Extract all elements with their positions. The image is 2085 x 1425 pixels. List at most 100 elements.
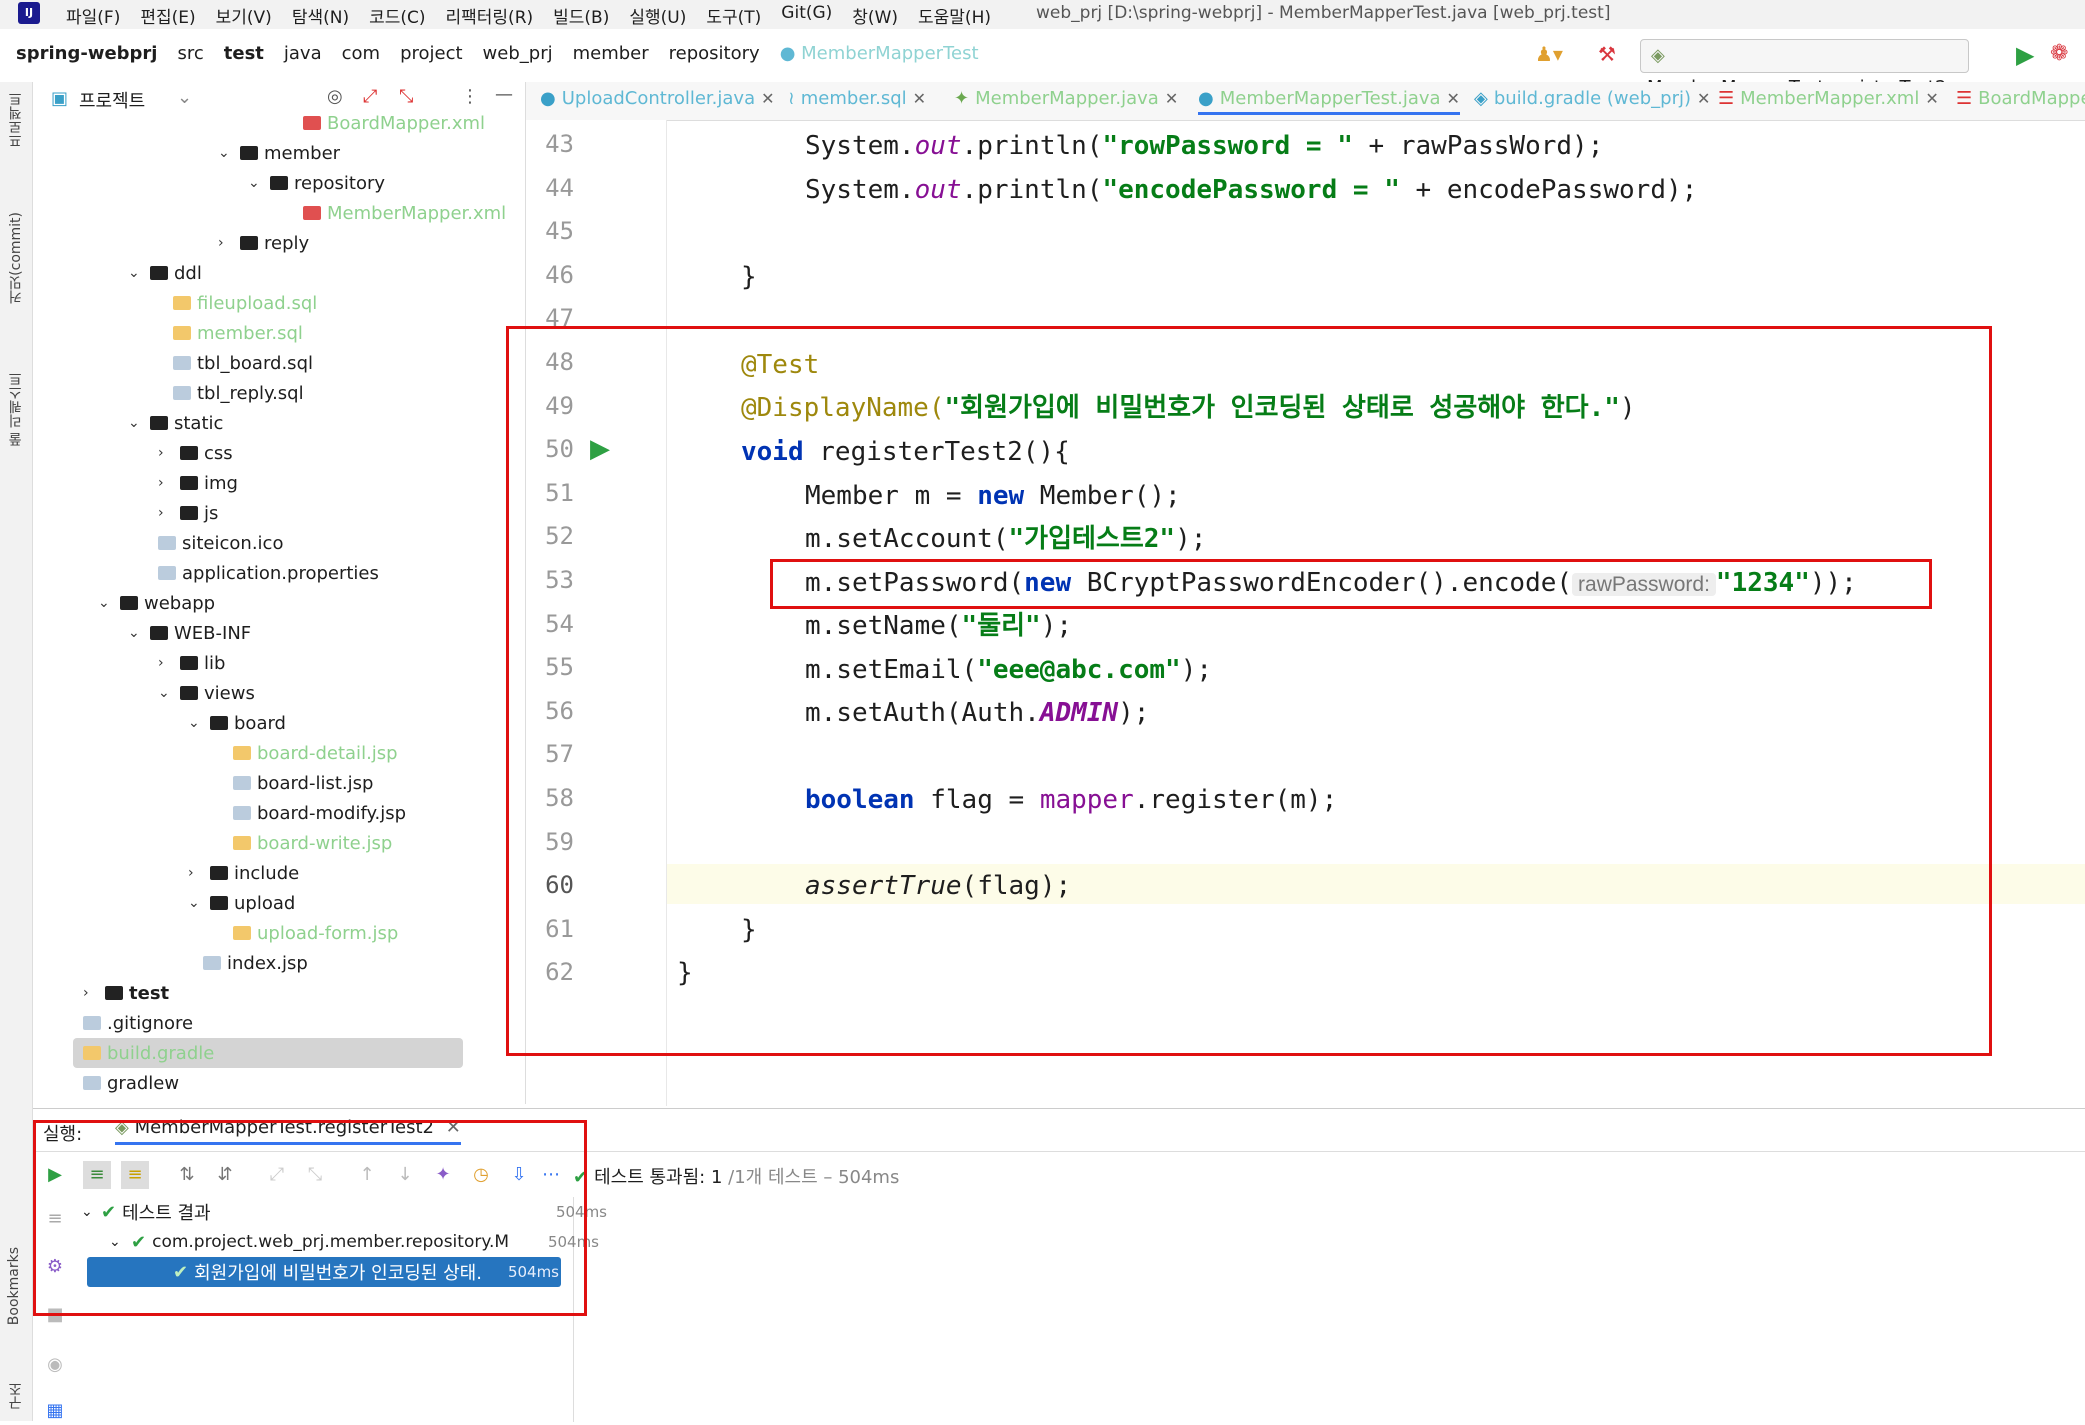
menu-git[interactable]: Git(G) <box>781 3 832 28</box>
close-icon[interactable]: ✕ <box>1447 89 1460 108</box>
breadcrumb-project[interactable]: spring-webprj <box>16 43 157 64</box>
tab-member-mapper-java[interactable]: ✦ MemberMapper.java ✕ <box>954 88 1178 109</box>
menu-view[interactable]: 보기(V) <box>216 3 272 28</box>
tree-item[interactable]: board-write.jsp <box>233 828 392 858</box>
eye-icon[interactable]: ◉ <box>41 1351 69 1379</box>
chevron-down-icon[interactable]: ⌄ <box>128 625 144 641</box>
tree-item[interactable]: › js <box>158 498 218 528</box>
options-icon[interactable]: ⋮ <box>461 86 479 107</box>
chevron-down-icon[interactable]: ⌄ <box>248 175 264 191</box>
close-icon[interactable]: ✕ <box>1925 89 1938 108</box>
menu-window[interactable]: 창(W) <box>852 3 898 28</box>
tree-item[interactable]: › test <box>83 978 169 1008</box>
collapse-all-icon[interactable]: ⤡ <box>399 86 413 107</box>
tree-item[interactable]: ⌄ board <box>188 708 286 738</box>
close-icon[interactable]: ✕ <box>761 89 774 108</box>
tree-item[interactable]: › include <box>188 858 299 888</box>
chevron-right-icon[interactable]: › <box>158 505 174 521</box>
menu-run[interactable]: 실행(U) <box>629 3 686 28</box>
bookmarks-tool-button[interactable]: Bookmarks <box>6 1247 22 1325</box>
tab-build-gradle[interactable]: ◈ build.gradle (web_prj) ✕ <box>1474 88 1710 109</box>
expand-all-icon[interactable]: ⤢ <box>363 86 377 107</box>
tree-item[interactable]: siteicon.ico <box>158 528 283 558</box>
chevron-down-icon[interactable]: ⌄ <box>188 895 204 911</box>
breadcrumb-repository[interactable]: repository <box>669 43 760 64</box>
chevron-right-icon[interactable]: › <box>188 865 204 881</box>
tree-item[interactable]: ⌄ member <box>218 138 340 168</box>
tree-item[interactable]: .gitignore <box>83 1008 193 1038</box>
tree-item[interactable]: tbl_reply.sql <box>173 378 304 408</box>
target-icon[interactable]: ◎ <box>327 86 343 107</box>
tree-item[interactable]: board-detail.jsp <box>233 738 398 768</box>
tree-item[interactable]: application.properties <box>158 558 379 588</box>
close-icon[interactable]: ✕ <box>1697 89 1710 108</box>
tree-item[interactable]: member.sql <box>173 318 303 348</box>
chevron-down-icon[interactable]: ⌄ <box>98 595 114 611</box>
tree-item[interactable]: ⌄ WEB-INF <box>128 618 251 648</box>
breadcrumb-java[interactable]: java <box>284 43 322 64</box>
tree-item[interactable]: gradlew <box>83 1068 179 1098</box>
chevron-down-icon[interactable]: ⌄ <box>177 87 192 108</box>
tree-item[interactable]: board-modify.jsp <box>233 798 406 828</box>
tree-item[interactable]: tbl_board.sql <box>173 348 313 378</box>
project-tool-button[interactable]: 프로젝트 <box>6 92 26 148</box>
breadcrumb-com[interactable]: com <box>342 43 380 64</box>
tree-item[interactable]: › css <box>158 438 233 468</box>
breadcrumb-web-prj[interactable]: web_prj <box>483 43 553 64</box>
breadcrumb-test[interactable]: test <box>224 43 264 64</box>
tab-member-mapper-xml[interactable]: ☰ MemberMapper.xml ✕ <box>1718 88 1939 109</box>
tree-item[interactable]: index.jsp <box>203 948 308 978</box>
tree-item[interactable]: ⌄ views <box>158 678 255 708</box>
tree-item[interactable]: upload-form.jsp <box>233 918 398 948</box>
breadcrumb-file[interactable]: ● MemberMapperTest <box>780 43 979 64</box>
tree-item[interactable]: ⌄ repository <box>248 168 385 198</box>
tree-item[interactable]: › lib <box>158 648 225 678</box>
tree-item[interactable]: ⌄ static <box>128 408 223 438</box>
chevron-down-icon[interactable]: ⌄ <box>188 715 204 731</box>
chevron-right-icon[interactable]: › <box>83 985 99 1001</box>
vcs-user-icon[interactable]: ♟▾ <box>1535 42 1563 66</box>
tree-item[interactable]: ⌄ webapp <box>98 588 215 618</box>
breadcrumb-src[interactable]: src <box>177 43 203 64</box>
chevron-right-icon[interactable]: › <box>218 235 234 251</box>
chevron-right-icon[interactable]: › <box>158 475 174 491</box>
menu-navigate[interactable]: 탐색(N) <box>292 3 349 28</box>
chevron-down-icon[interactable]: ⌄ <box>158 685 174 701</box>
chevron-down-icon[interactable]: ⌄ <box>128 415 144 431</box>
menu-tools[interactable]: 도구(T) <box>706 3 761 28</box>
breadcrumb-project-pkg[interactable]: project <box>400 43 462 64</box>
debug-icon[interactable]: ❁ <box>2050 41 2068 66</box>
menu-code[interactable]: 코드(C) <box>369 3 425 28</box>
menu-help[interactable]: 도움말(H) <box>918 3 991 28</box>
chevron-right-icon[interactable]: › <box>158 655 174 671</box>
chevron-down-icon[interactable]: ⌄ <box>128 265 144 281</box>
tree-item[interactable]: MemberMapper.xml <box>303 198 506 228</box>
run-icon[interactable]: ▶ <box>2016 41 2034 69</box>
tab-board-mapper[interactable]: ☰BoardMapper <box>1956 88 2085 109</box>
tree-item[interactable]: fileupload.sql <box>173 288 317 318</box>
breadcrumb-member[interactable]: member <box>573 43 649 64</box>
tree-item[interactable]: board-list.jsp <box>233 768 373 798</box>
menu-refactor[interactable]: 리팩터링(R) <box>446 3 534 28</box>
commit-tool-button[interactable]: 커밋(commit) <box>6 212 26 304</box>
tree-item[interactable]: BoardMapper.xml <box>303 108 485 138</box>
menu-edit[interactable]: 편집(E) <box>140 3 195 28</box>
menu-file[interactable]: 파일(F) <box>66 3 120 28</box>
tree-item[interactable]: ⌄ upload <box>188 888 295 918</box>
tab-upload-controller[interactable]: ● UploadController.java ✕ <box>540 88 775 109</box>
menu-build[interactable]: 빌드(B) <box>553 3 609 28</box>
close-icon[interactable]: ✕ <box>1165 89 1178 108</box>
run-configuration-select[interactable]: ◈ MemberMapperTest.registerTest2 ⌄ <box>1640 39 1969 98</box>
tree-item[interactable]: › reply <box>218 228 309 258</box>
build-hammer-icon[interactable]: ⚒ <box>1598 42 1616 66</box>
chevron-down-icon[interactable]: ⌄ <box>218 145 234 161</box>
chevron-right-icon[interactable]: › <box>158 445 174 461</box>
structure-tool-button[interactable]: 구조 <box>6 1382 26 1410</box>
tab-member-mapper-test[interactable]: ● MemberMapperTest.java ✕ <box>1198 88 1460 115</box>
tab-member-sql[interactable]: ≀ member.sql ✕ <box>788 88 926 109</box>
tree-item[interactable]: build.gradle <box>73 1038 463 1068</box>
pull-requests-tool-button[interactable]: 풀 리퀘스트 <box>6 372 26 446</box>
tree-item[interactable]: ⌄ ddl <box>128 258 202 288</box>
close-icon[interactable]: ✕ <box>913 89 926 108</box>
tree-item[interactable]: › img <box>158 468 238 498</box>
